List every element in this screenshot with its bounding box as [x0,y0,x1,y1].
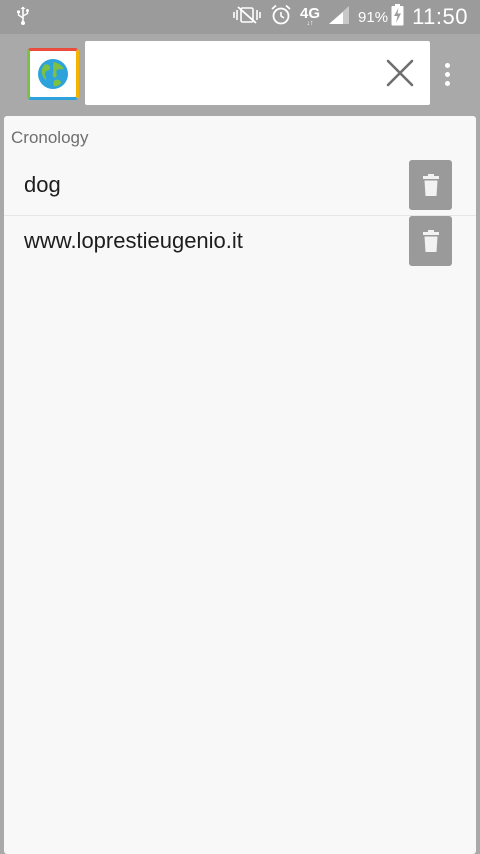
search-input[interactable] [95,51,369,97]
history-title: Cronology [11,128,89,147]
globe-icon [38,59,68,89]
delete-history-item-button[interactable] [409,216,452,266]
battery-percent: 91% [358,8,389,26]
signal-icon [328,5,350,30]
app-bar [0,34,480,112]
history-panel: Cronology dog www.loprestieugenio.it [4,116,476,854]
alarm-icon [270,4,292,31]
history-item-label[interactable]: dog [24,172,61,198]
app-logo[interactable] [27,48,79,100]
history-list: dog www.loprestieugenio.it [4,160,476,271]
close-icon [386,59,414,87]
clear-search-button[interactable] [384,57,416,89]
list-item[interactable]: www.loprestieugenio.it [4,216,476,271]
trash-icon [422,174,439,196]
overflow-menu-button[interactable] [437,56,457,92]
more-vert-icon [444,62,450,68]
network-type-label: 4G [300,5,321,22]
network-type-indicator: 4G ↓↑ [300,5,321,27]
usb-icon [16,6,30,31]
status-clock: 11:50 [412,4,468,29]
trash-icon [422,230,439,252]
battery-charging-icon [391,3,404,31]
search-box[interactable] [85,41,430,105]
status-bar: 4G ↓↑ 91% 11:50 [0,0,480,34]
delete-history-item-button[interactable] [409,160,452,210]
vibrate-mute-icon [232,5,262,30]
network-activity-label: ↓↑ [306,20,314,27]
list-item[interactable]: dog [4,160,476,216]
history-item-label[interactable]: www.loprestieugenio.it [24,228,243,254]
